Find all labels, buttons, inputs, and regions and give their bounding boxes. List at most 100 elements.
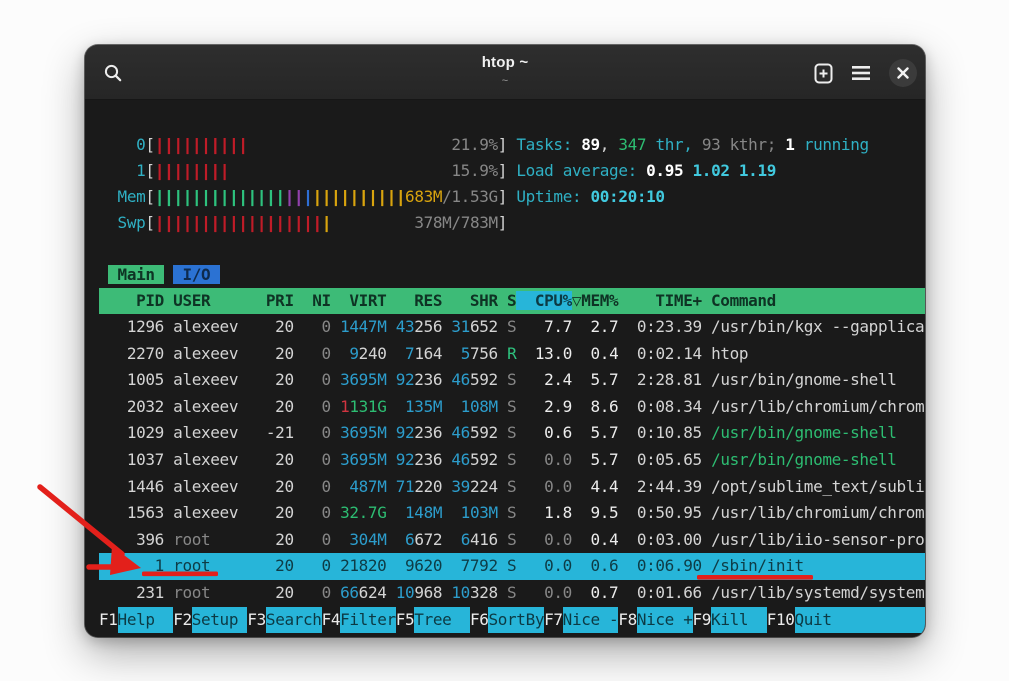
terminal-text-segment: 20 [275,583,303,602]
terminal-text-segment: 1447M 43 [340,317,414,336]
terminal-text-segment [99,265,108,284]
fn-filter-button[interactable]: Filter [340,607,396,633]
terminal-text-segment: 487M 71 [349,477,414,496]
terminal-text-segment: 5 [461,344,470,363]
terminal-text-segment: 0 [303,423,340,442]
terminal-text-segment: Mem [99,187,145,206]
function-key-bar[interactable]: F1Help F2Setup F3SearchF4FilterF5Tree F6… [99,607,925,633]
terminal-text-segment: 1 [785,135,794,154]
process-row[interactable]: 1563 alexeev 20 0 32.7G 148M 103M S 1.8 … [99,500,925,527]
terminal-text-segment: 5.7 [581,370,627,389]
terminal-text-segment: 0:01.66 /usr/lib/systemd/systemd [628,583,925,602]
fn-help-button[interactable]: Help [118,607,174,633]
table-header-line[interactable]: PID USER PRI NI VIRT RES SHR S CPU%▽MEM%… [99,288,925,314]
process-row[interactable]: 396 root 20 0 304M 6672 6416 S 0.0 0.4 0… [99,527,925,554]
terminal-text-segment: 224 [470,477,507,496]
column-header-cpu[interactable]: CPU% [516,291,572,310]
close-button[interactable] [889,59,917,87]
terminal-text-segment: thr, [646,135,702,154]
terminal-text-segment: [ [145,187,154,206]
terminal-text-segment: |||||||||| [312,187,405,206]
fn-key-9: F9 [693,607,712,633]
fn-tree-button[interactable]: Tree [414,607,470,633]
terminal-text-segment: 46 [451,450,470,469]
terminal-text-segment: 93 kthr; [702,135,785,154]
process-row[interactable]: 2032 alexeev 20 0 1131G 135M 108M S 2.9 … [99,394,925,421]
tab-main[interactable]: Main [108,265,164,284]
terminal-text-segment: 0:02.14 htop [628,344,749,363]
spacer-line [99,236,925,262]
terminal-screen: 0[|||||||||| 21.9%] Tasks: 89, 347 thr, … [85,100,925,637]
terminal-text-segment: 0 [303,530,349,549]
process-row[interactable]: 1005 alexeev 20 0 3695M 92236 46592 S 2.… [99,367,925,394]
terminal-text-segment: 0.4 [581,344,627,363]
terminal-text-segment: 2.7 [581,317,627,336]
terminal-text-segment: S 0.0 [507,583,581,602]
terminal-text-segment: Tasks: [516,135,581,154]
window-subtitle: ~ [85,76,925,86]
swap-meter-line: Swp[||||||||||||||||||| 378M/783M] [99,210,925,236]
process-row[interactable]: 1296 alexeev 20 0 1447M 43256 31652 S 7.… [99,314,925,341]
terminal-text-segment: S 0.0 [507,530,581,549]
terminal-text-segment [164,265,173,284]
tab-io[interactable]: I/O [173,265,219,284]
terminal-text-segment: 0:50.95 /usr/lib/chromium/chromi [628,503,925,522]
fn-sortby-button[interactable]: SortBy [488,607,544,633]
terminal-text-segment: 2.9 [526,397,582,416]
search-button[interactable] [99,59,127,87]
terminal-text-segment: 66 [340,583,359,602]
process-row[interactable]: 1029 alexeev -21 0 3695M 92236 46592 S 0… [99,420,925,447]
terminal-text-segment: 0:10.85 [628,423,711,442]
terminal-text-segment: S 0.0 [507,450,581,469]
terminal-text-segment: 328 [470,583,507,602]
search-icon [102,62,124,84]
console-window: htop ~ ~ [85,45,925,637]
terminal-text-segment: /usr/bin/gnome-shell [711,450,896,469]
terminal-text-segment: root [173,530,275,549]
new-tab-icon [812,62,835,85]
fn-quit-button[interactable]: Quit [795,607,832,633]
terminal-text-segment: 592 [470,370,507,389]
process-row[interactable]: 2270 alexeev 20 0 9240 7164 5756 R 13.0 … [99,341,925,368]
fn-kill-button[interactable]: Kill [711,607,767,633]
window-titlebar: htop ~ ~ [85,45,925,100]
fn-key-1: F1 [99,607,118,633]
menu-button[interactable] [847,59,875,87]
terminal-text-segment: 683M [405,187,442,206]
terminal-text-segment: 0 [303,344,349,363]
screen-tabs-line: Main I/O [99,262,925,288]
terminal-text-segment: 0 [303,317,340,336]
process-row[interactable]: 231 root 20 0 66624 10968 10328 S 0.0 0.… [99,580,925,607]
terminal-text-segment: 9 [349,344,358,363]
terminal-text-segment: 396 [99,530,173,549]
process-row[interactable]: 1037 alexeev 20 0 3695M 92236 46592 S 0.… [99,447,925,474]
terminal-text-segment: 10 [451,583,470,602]
terminal-text-segment: 968 [414,583,451,602]
terminal-text-segment: 1 [99,161,145,180]
terminal-text-segment: S [507,397,526,416]
desktop-background: htop ~ ~ [0,0,1009,681]
terminal-text-segment: 347 [618,135,646,154]
terminal-text-segment: 5.7 [581,450,627,469]
fn-setup-button[interactable]: Setup [192,607,248,633]
terminal-text-segment: , [600,135,619,154]
terminal-text-segment: Load average: [516,161,646,180]
fn-nice-plus-button[interactable]: Nice + [637,607,693,633]
process-row[interactable]: 1446 alexeev 20 0 487M 71220 39224 S 0.0… [99,474,925,501]
new-tab-button[interactable] [809,59,837,87]
terminal-text-segment: S 0.0 [507,477,581,496]
terminal-text-segment: 13.0 [526,344,582,363]
terminal-text-segment: 21.9% [451,135,497,154]
terminal-text-segment: 10 [396,583,415,602]
terminal-text-segment: 0:23.39 /usr/bin/kgx --gapplicat [628,317,925,336]
terminal-text-segment: 2.4 [526,370,582,389]
process-row-selected[interactable]: 1 root 20 0 21820 9620 7792 S 0.0 0.6 0:… [99,553,925,580]
terminal-text-segment: 2032 alexeev 20 [99,397,303,416]
fn-search-button[interactable]: Search [266,607,322,633]
terminal-text-segment: 7 [405,344,414,363]
terminal-text-segment: [ [145,161,154,180]
terminal-text-segment: S [507,370,526,389]
fn-nice-minus-button[interactable]: Nice - [563,607,619,633]
terminal-text-segment [229,161,452,180]
title-block: htop ~ ~ [85,54,925,86]
